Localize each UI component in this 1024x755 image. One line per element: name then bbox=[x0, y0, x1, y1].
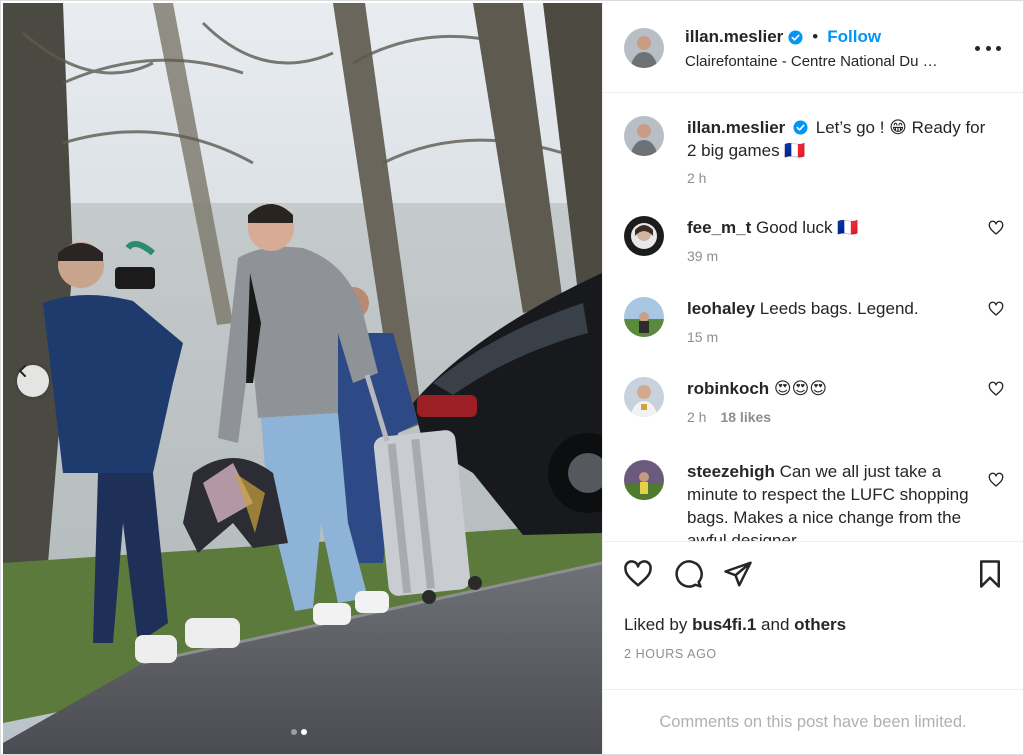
avatar[interactable] bbox=[624, 28, 664, 68]
post-header: illan.meslier • Follow Clairefontaine - … bbox=[603, 3, 1023, 93]
instagram-post-window: illan.meslier • Follow Clairefontaine - … bbox=[0, 0, 1024, 755]
liked-by-others[interactable]: others bbox=[794, 615, 846, 634]
comment-username[interactable]: fee_m_t bbox=[687, 218, 751, 237]
avatar-image bbox=[624, 297, 664, 337]
comment-text: Good luck 🇫🇷 bbox=[756, 218, 859, 237]
comment-text: Leeds bags. Legend. bbox=[759, 299, 919, 318]
liked-by-line: Liked by bus4fi.1 and others bbox=[624, 615, 846, 635]
photo-illustration bbox=[3, 3, 602, 754]
post-author-username[interactable]: illan.meslier bbox=[685, 27, 783, 47]
avatar[interactable] bbox=[624, 297, 664, 337]
caption-text-block: illan.meslier Let’s go ! 😁 Ready for 2 b… bbox=[687, 116, 987, 162]
comment-time[interactable]: 2 h bbox=[687, 409, 706, 425]
heart-icon[interactable] bbox=[988, 472, 1004, 488]
liked-by-user[interactable]: bus4fi.1 bbox=[692, 615, 756, 634]
avatar-image bbox=[624, 28, 664, 68]
carousel-dot-active bbox=[301, 729, 307, 735]
avatar[interactable] bbox=[624, 460, 664, 500]
more-options-icon[interactable] bbox=[975, 39, 1001, 57]
heart-icon[interactable] bbox=[988, 381, 1004, 397]
comment-username[interactable]: leohaley bbox=[687, 299, 755, 318]
verified-badge-icon bbox=[793, 120, 808, 135]
liked-by-prefix: Liked by bbox=[624, 615, 688, 634]
comment-username[interactable]: robinkoch bbox=[687, 379, 769, 398]
comment-time[interactable]: 39 m bbox=[687, 248, 718, 264]
comment-meta: 15 m bbox=[687, 329, 718, 345]
comment-username[interactable]: steezehigh bbox=[687, 462, 775, 481]
comments-limited-notice: Comments on this post have been limited. bbox=[603, 689, 1023, 754]
avatar[interactable] bbox=[624, 216, 664, 256]
comment-text-block: fee_m_t Good luck 🇫🇷 bbox=[687, 216, 977, 239]
comment-time[interactable]: 15 m bbox=[687, 329, 718, 345]
comment-text: 😍😍😍 bbox=[773, 379, 828, 398]
carousel-dot bbox=[291, 729, 297, 735]
post-details-panel: illan.meslier • Follow Clairefontaine - … bbox=[602, 3, 1023, 754]
avatar-image bbox=[624, 216, 664, 256]
avatar-image bbox=[624, 116, 664, 156]
comment-icon[interactable] bbox=[673, 559, 703, 589]
caption-time[interactable]: 2 h bbox=[687, 170, 706, 186]
caption-username[interactable]: illan.meslier bbox=[687, 118, 785, 137]
avatar[interactable] bbox=[624, 116, 664, 156]
chevron-left-icon bbox=[19, 365, 26, 377]
bookmark-icon[interactable] bbox=[975, 559, 1005, 589]
heart-icon[interactable] bbox=[988, 220, 1004, 236]
post-actions: Liked by bus4fi.1 and others 2 HOURS AGO bbox=[603, 541, 1023, 689]
heart-icon[interactable] bbox=[623, 559, 653, 589]
follow-button[interactable]: Follow bbox=[827, 27, 881, 47]
comment-meta: 39 m bbox=[687, 248, 718, 264]
post-location[interactable]: Clairefontaine - Centre National Du … bbox=[685, 53, 938, 70]
avatar[interactable] bbox=[624, 377, 664, 417]
comment-likes[interactable]: 18 likes bbox=[720, 409, 771, 425]
post-author-row: illan.meslier • Follow bbox=[685, 27, 881, 47]
comment-text-block: robinkoch 😍😍😍 bbox=[687, 377, 977, 400]
caption-meta: 2 h bbox=[687, 170, 706, 186]
carousel-dots bbox=[291, 729, 307, 735]
comment-text-block: steezehigh Can we all just take a minute… bbox=[687, 460, 977, 541]
heart-icon[interactable] bbox=[988, 301, 1004, 317]
comment-meta: 2 h 18 likes bbox=[687, 409, 771, 425]
share-icon[interactable] bbox=[723, 559, 753, 589]
comment-text-block: leohaley Leeds bags. Legend. bbox=[687, 297, 977, 320]
liked-by-and: and bbox=[761, 615, 790, 634]
avatar-image bbox=[624, 377, 664, 417]
verified-badge-icon bbox=[788, 29, 803, 45]
comments-list[interactable]: illan.meslier Let’s go ! 😁 Ready for 2 b… bbox=[603, 94, 1023, 541]
previous-slide-button[interactable] bbox=[17, 365, 49, 397]
avatar-image bbox=[624, 460, 664, 500]
post-timestamp[interactable]: 2 HOURS AGO bbox=[624, 647, 717, 661]
header-separator: • bbox=[812, 27, 819, 46]
post-photo[interactable] bbox=[3, 3, 602, 754]
